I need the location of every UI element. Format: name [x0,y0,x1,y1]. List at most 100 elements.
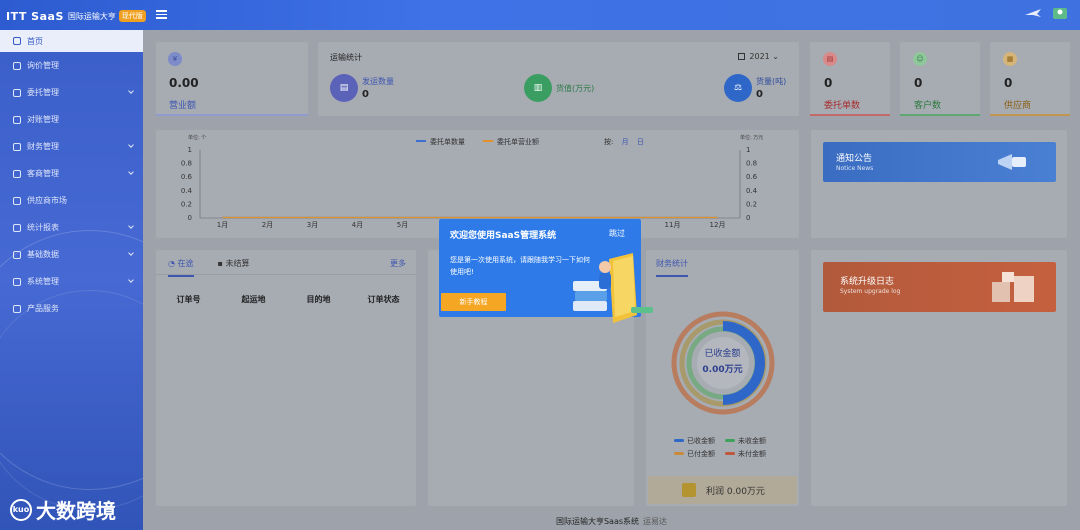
column-header: 订单号 [176,295,201,304]
user-avatar-icon[interactable] [1052,6,1070,20]
sidebar-item-products[interactable]: 产品服务 [0,295,143,322]
sidebar: 首页 询价管理 委托管理 对账管理 财务管理 客商管理 供应商市场 统计报表 基… [0,30,143,530]
notice-banner[interactable]: 通知公告 Notice News [823,142,1056,182]
y-tick-label: 0.8 [181,160,192,168]
revenue-card[interactable]: ¥ 0.00 营业额 [156,42,308,116]
clients-icon [13,169,21,178]
welcome-modal: 欢迎您使用SaaS管理系统 跳过 您是第一次使用系统，请跟随我学习一下如何使用吧… [439,219,653,323]
profit-label: 利润 [706,486,725,497]
notice-card: 通知公告 Notice News [811,130,1067,238]
chevron-down-icon [128,277,134,283]
entrust-icon [13,88,21,97]
chevron-down-icon [128,223,134,229]
footer-text: 国际运输大亨Saas系统 [555,517,640,526]
modal-title: 欢迎您使用SaaS管理系统 [450,231,557,241]
sidebar-item-basic-data[interactable]: 基础数据 [0,241,143,268]
y-tick-label: 0.2 [181,200,192,208]
chevron-down-icon [128,142,134,148]
shipments-label: 发运数量 [362,77,394,86]
menu-toggle-icon[interactable] [156,8,167,19]
shipments-stat: ▤ 发运数量 0 [330,74,394,102]
chart-icon [13,223,21,232]
reading-illustration-icon [573,253,653,323]
goods-value-label: 货值(万元) [556,83,595,93]
customers-count-card[interactable]: ☺ 0 客户数 [900,42,980,116]
reconcile-icon [13,115,21,124]
inquiry-icon [13,61,21,70]
order-icon: ▤ [823,52,837,66]
skip-button[interactable]: 跳过 [609,228,625,239]
upgrade-banner[interactable]: 系统升级日志 System upgrade log [823,262,1056,312]
sidebar-item-entrust[interactable]: 委托管理 [0,79,143,106]
profit-summary: 利润 0.00万元 [648,476,797,504]
database-icon [13,250,21,259]
x-tick-label: 2月 [262,221,273,229]
sidebar-item-reconcile[interactable]: 对账管理 [0,106,143,133]
footer: 国际运输大亨Saas系统 运易达 [143,510,1080,530]
upgrade-subtitle: System upgrade log [840,288,901,295]
x-tick-label: 5月 [397,221,408,229]
brand-name-cn: 国际运输大亨 [67,11,116,21]
donut-center-label: 已收金额 [704,349,741,359]
x-tick-label: 11月 [665,221,681,229]
header-actions [1024,6,1070,20]
sidebar-item-finance[interactable]: 财务管理 [0,133,143,160]
tutorial-button[interactable]: 新手教程 [441,293,506,311]
transport-stats-card: 运输统计 2021 ⌄ ▤ 发运数量 0 ▥ 货值(万元) ⚖ 货量(吨) 0 [318,42,799,116]
legend-received[interactable]: 已收金额 [674,436,715,446]
modal-body: 您是第一次使用系统，请跟随我学习一下如何使用吧! [450,256,590,276]
orders-label: 委托单数 [824,101,861,111]
supplier-icon: ▦ [1003,52,1017,66]
sidebar-item-home[interactable]: 首页 [0,30,143,52]
legend-paid[interactable]: 已付金额 [674,449,715,459]
column-header: 目的地 [306,295,331,304]
column-header: 订单状态 [367,295,400,304]
market-icon [13,196,21,205]
gear-icon [13,277,21,286]
watermark-text: 大数跨境 [36,499,116,523]
sidebar-item-system[interactable]: 系统管理 [0,268,143,295]
transport-title: 运输统计 [330,53,362,62]
orders-count-card[interactable]: ▤ 0 委托单数 [810,42,890,116]
volume-label: 货量(吨) [756,77,787,86]
more-link[interactable]: 更多 [390,258,406,269]
sidebar-item-inquiry[interactable]: 询价管理 [0,52,143,79]
column-header: 起运地 [241,295,266,304]
user-icon: ☺ [913,52,927,66]
money-icon: ¥ [168,52,182,66]
orders-value: 0 [824,76,833,90]
profit-value: 0.00万元 [726,486,765,497]
app-logo[interactable]: ITT SaaS 国际运输大亨 现代版 [6,6,146,26]
sidebar-item-reports[interactable]: 统计报表 [0,214,143,241]
donut-center-value: 0.00万元 [702,365,743,375]
y-axis-right-unit: 单位: 万元 [740,134,763,141]
chevron-down-icon [128,169,134,175]
orders-list-card: ◔ 在途 ▪ 未结算 更多 订单号 起运地 目的地 订单状态 [156,250,416,506]
y-tick-label-right: 0.6 [746,173,758,181]
upgrade-card: 系统升级日志 System upgrade log [811,250,1067,506]
chevron-down-icon [128,88,134,94]
upgrade-title: 系统升级日志 [840,277,895,287]
footer-sub: 运易达 [643,517,668,526]
notice-subtitle: Notice News [836,165,874,172]
suppliers-count-card[interactable]: ▦ 0 供应商 [990,42,1070,116]
watermark-mark: kuo [10,498,32,521]
finance-card: 财务统计 已收金额 0.00万元 已收金额 未收金额 已付金额 未付金额 利润 … [646,250,799,506]
cargo-icon: ▥ [524,74,552,102]
orders-table-header: 订单号 起运地 目的地 订单状态 [156,294,416,305]
revenue-value: 0.00 [169,76,199,90]
megaphone-icon [998,154,1026,170]
weight-icon: ⚖ [724,74,752,102]
x-tick-label: 3月 [307,221,318,229]
legend-unpaid[interactable]: 未付金额 [725,449,766,459]
year-picker[interactable]: 2021 ⌄ [738,52,779,61]
y-tick-label-right: 0 [746,214,750,222]
sidebar-item-supplier-market[interactable]: 供应商市场 [0,187,143,214]
legend-unreceived[interactable]: 未收金额 [725,436,766,446]
customers-label: 客户数 [914,101,942,111]
sidebar-item-clients[interactable]: 客商管理 [0,160,143,187]
suppliers-label: 供应商 [1004,101,1032,111]
goods-value-stat: ▥ 货值(万元) [524,74,594,102]
watermark-logo: kuo 大数跨境 [10,495,116,524]
airplane-icon[interactable] [1024,6,1042,20]
